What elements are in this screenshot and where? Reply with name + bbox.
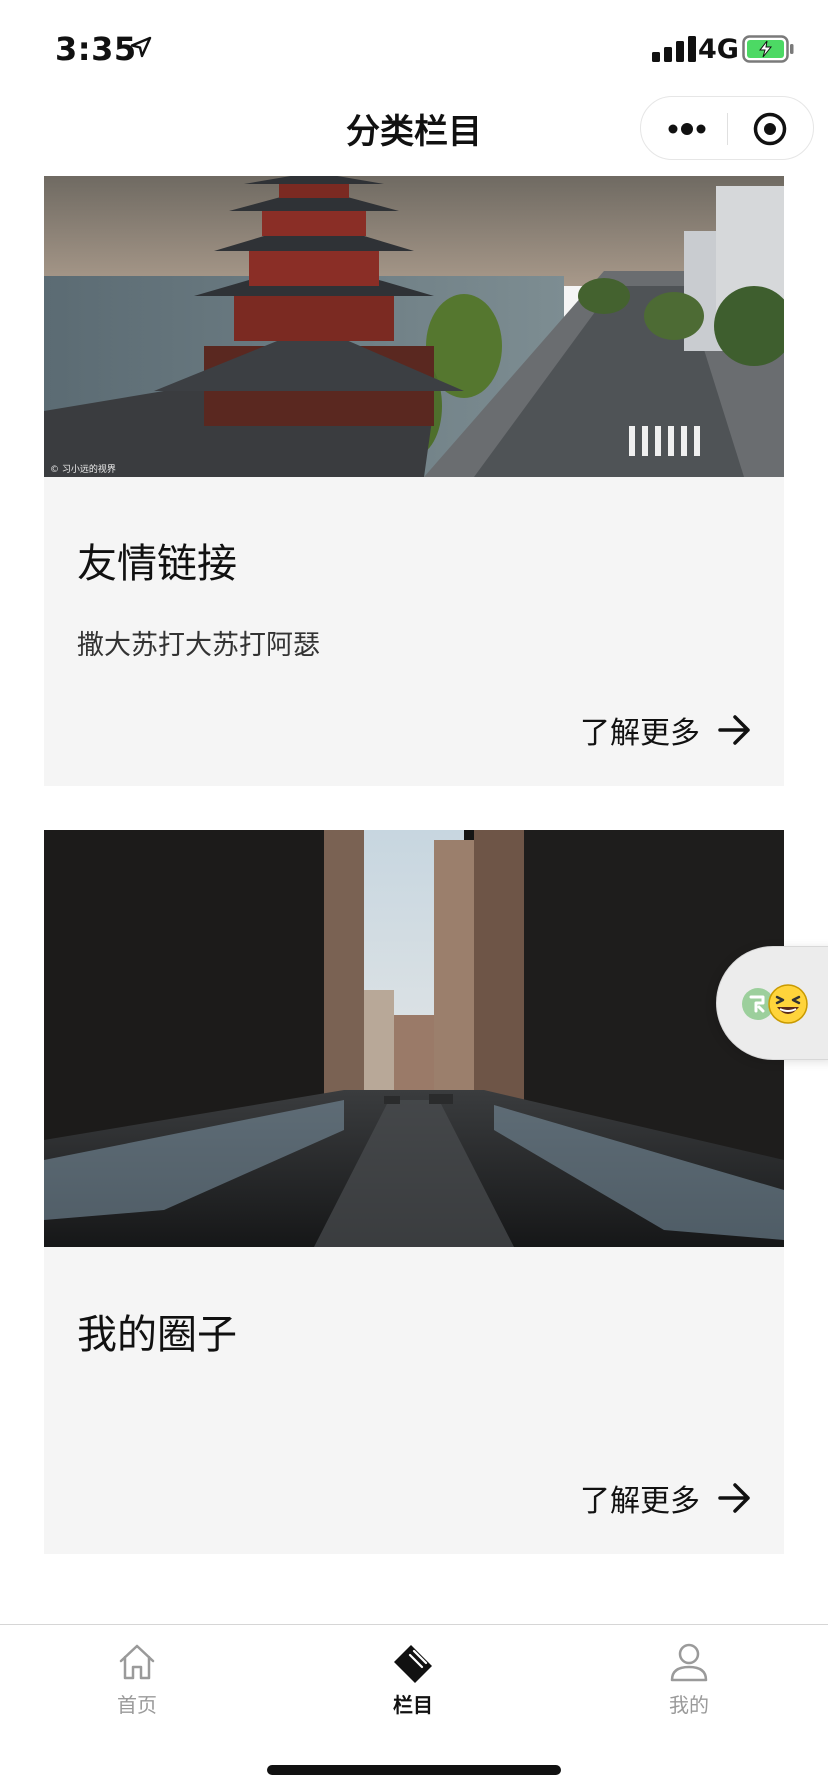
capsule-divider (727, 113, 728, 145)
mini-program-capsule (640, 96, 814, 160)
status-bar: 3:35 4G (0, 0, 828, 96)
card-title: 我的圈子 (77, 1312, 237, 1358)
learn-more-link[interactable]: 了解更多 (580, 708, 752, 752)
image-watermark: © 习小远的视界 (50, 463, 116, 475)
network-type: 4G (698, 34, 739, 65)
tab-mine[interactable]: 我的 (629, 1641, 749, 1737)
learn-more-label: 了解更多 (580, 716, 700, 751)
user-icon (670, 1643, 708, 1682)
card-description: 撒大苏打大苏打阿瑟 (77, 630, 320, 661)
arrow-right-icon (718, 715, 750, 745)
card-title: 友情链接 (77, 541, 237, 587)
card-image (44, 830, 784, 1247)
battery-charging-icon (742, 35, 794, 63)
home-indicator (267, 1765, 561, 1775)
laughing-emoji-icon (768, 984, 808, 1024)
home-icon (119, 1644, 155, 1680)
tab-label: 栏目 (393, 1693, 433, 1717)
learn-more-link[interactable]: 了解更多 (580, 1476, 752, 1520)
location-arrow-icon (130, 36, 152, 58)
status-time: 3:35 (55, 30, 137, 68)
learn-more-label: 了解更多 (580, 1484, 700, 1519)
signal-icon (652, 36, 696, 62)
more-dots-icon[interactable] (667, 121, 707, 137)
close-target-icon[interactable] (753, 112, 787, 146)
tab-column[interactable]: 栏目 (353, 1641, 473, 1737)
category-card[interactable]: 我的圈子 了解更多 (44, 830, 784, 1554)
floating-contact-bubble[interactable] (716, 946, 828, 1060)
column-icon (394, 1645, 432, 1683)
tab-label: 首页 (117, 1693, 157, 1717)
arrow-right-icon (718, 1483, 750, 1513)
category-card[interactable]: © 习小远的视界 友情链接 撒大苏打大苏打阿瑟 了解更多 (44, 176, 784, 786)
card-image: © 习小远的视界 (44, 176, 784, 477)
tab-home[interactable]: 首页 (77, 1641, 197, 1737)
tab-label: 我的 (669, 1693, 709, 1717)
